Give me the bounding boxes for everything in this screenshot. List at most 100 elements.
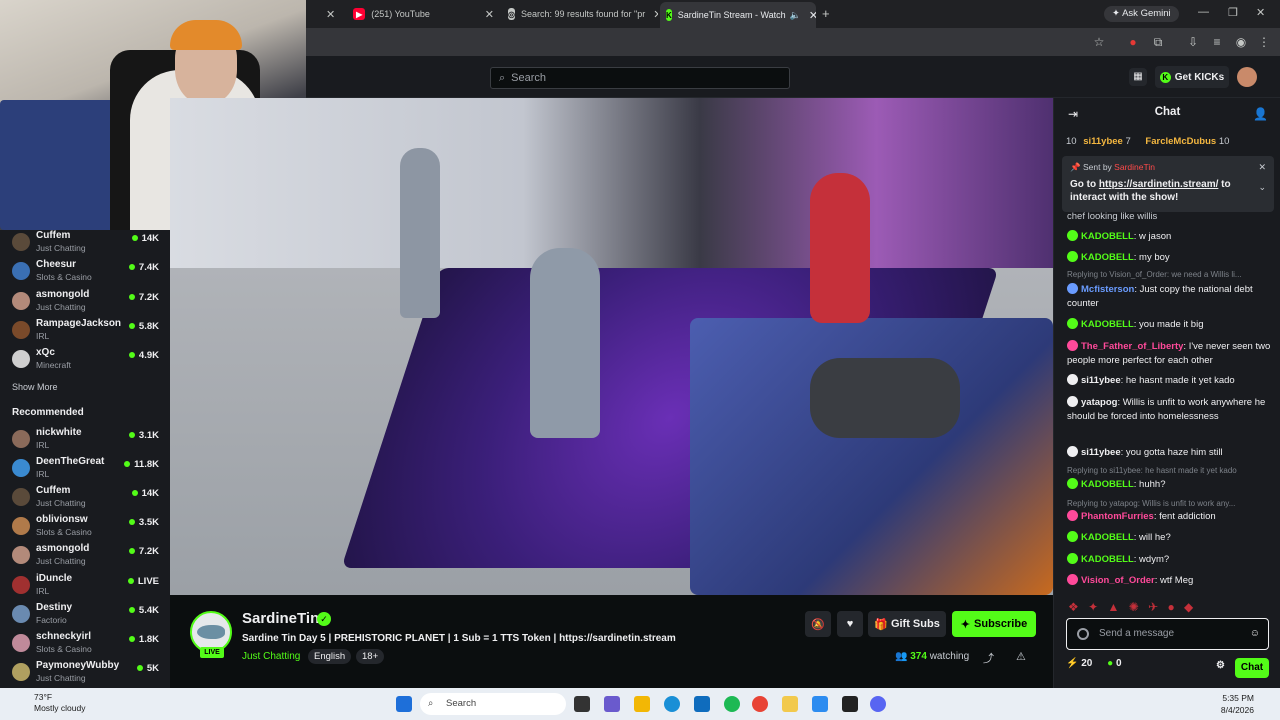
- close-tab-icon[interactable]: ✕: [326, 8, 335, 21]
- sidebar-channel[interactable]: asmongold Just Chatting 7.2K: [12, 543, 162, 569]
- settings-gear-icon[interactable]: ⚙: [1216, 660, 1225, 671]
- chat-username[interactable]: The_Father_of_Liberty: [1081, 341, 1183, 352]
- chat-username[interactable]: yatapog: [1081, 397, 1117, 408]
- leaderboard-user[interactable]: FarcleMcDubus: [1145, 136, 1216, 147]
- category-link[interactable]: Just Chatting: [242, 651, 300, 662]
- sidebar-channel[interactable]: iDuncle IRL LIVE: [12, 573, 162, 599]
- task-view-icon[interactable]: [574, 696, 590, 712]
- tab-kick-active[interactable]: K SardineTin Stream - Watch 🔈 ✕: [660, 2, 816, 28]
- chat-username[interactable]: KADOBELL: [1081, 319, 1134, 330]
- tab-search[interactable]: ◎ Search: 99 results found for "pr ✕: [502, 4, 658, 24]
- sidebar-channel[interactable]: Cuffem Just Chatting 14K: [12, 485, 162, 511]
- more-menu-icon[interactable]: ⋮: [1256, 34, 1272, 50]
- bookmark-star-icon[interactable]: ☆: [1091, 34, 1107, 50]
- sidebar-channel[interactable]: asmongold Just Chatting 7.2K: [12, 289, 162, 315]
- reply-context[interactable]: Replying to Vision_of_Order: we need a W…: [1067, 270, 1275, 279]
- tab-youtube[interactable]: ✕ ▶ (251) YouTube ✕: [320, 4, 500, 24]
- channel-category: Slots & Casino: [36, 643, 92, 654]
- reply-context[interactable]: Replying to si11ybee: he hasnt made it y…: [1067, 466, 1275, 475]
- chat-username[interactable]: KADOBELL: [1081, 554, 1134, 565]
- download-icon[interactable]: ⇩: [1185, 34, 1201, 50]
- teams-icon[interactable]: [604, 696, 620, 712]
- sidebar-channel[interactable]: RampageJackson IRL 5.8K: [12, 318, 162, 344]
- weather-widget[interactable]: 73°F Mostly cloudy: [12, 692, 86, 714]
- system-clock[interactable]: 5:35 PM 8/4/2026: [1221, 692, 1254, 716]
- tag-mature[interactable]: 18+: [356, 649, 385, 664]
- site-header: ⌕ Search ▦ K Get KICKs: [306, 56, 1280, 98]
- chat-username[interactable]: KADOBELL: [1081, 479, 1134, 490]
- subscribe-button[interactable]: ✦ Subscribe: [952, 611, 1036, 637]
- pinned-sender-name[interactable]: SardineTin: [1114, 162, 1155, 172]
- sidebar-channel[interactable]: xQc Minecraft 4.9K: [12, 347, 162, 373]
- start-menu-icon[interactable]: [396, 696, 412, 712]
- chrome-icon[interactable]: [752, 696, 768, 712]
- sidebar-channel[interactable]: Cheesur Slots & Casino 7.4K: [12, 259, 162, 285]
- close-window-icon[interactable]: ✕: [1256, 6, 1265, 19]
- store-icon[interactable]: [694, 696, 710, 712]
- report-icon[interactable]: ⚠: [1016, 650, 1026, 663]
- emoji-icon[interactable]: ☺: [1250, 619, 1260, 649]
- gift-subs-button[interactable]: 🎁 Gift Subs: [868, 611, 946, 637]
- chevron-down-icon[interactable]: ⌄: [1258, 182, 1266, 193]
- chat-username[interactable]: si11ybee: [1081, 447, 1121, 458]
- edge-icon[interactable]: [664, 696, 680, 712]
- new-tab-icon[interactable]: +: [822, 6, 830, 21]
- file-explorer-icon[interactable]: [634, 696, 650, 712]
- pin-icon: 📌: [1070, 162, 1081, 172]
- discord-icon[interactable]: [870, 696, 886, 712]
- video-player[interactable]: [170, 98, 1053, 595]
- minimize-icon[interactable]: —: [1198, 6, 1209, 18]
- reply-context[interactable]: Replying to yatapog: Willis is unfit to …: [1067, 499, 1275, 508]
- get-kicks-button[interactable]: K Get KICKs: [1155, 66, 1229, 88]
- left-sidebar: Cuffem Just Chatting 14K Cheesur Slots & Cas…: [0, 230, 170, 688]
- close-tab-icon[interactable]: ✕: [477, 8, 494, 21]
- ask-gemini-button[interactable]: ✦ Ask Gemini: [1104, 6, 1179, 22]
- sidebar-channel[interactable]: Cuffem Just Chatting 14K: [12, 230, 162, 256]
- maximize-icon[interactable]: ❐: [1228, 6, 1238, 19]
- spotify-icon[interactable]: [724, 696, 740, 712]
- leaderboard-user[interactable]: si11ybee: [1083, 136, 1123, 147]
- tag-language[interactable]: English: [308, 649, 352, 664]
- app-icon[interactable]: [842, 696, 858, 712]
- media-controls-icon[interactable]: ≡: [1209, 34, 1225, 50]
- chat-username[interactable]: Vision_of_Order: [1081, 575, 1155, 586]
- chat-username[interactable]: si11ybee: [1081, 375, 1121, 386]
- mute-notifications-button[interactable]: 🔕: [805, 611, 831, 637]
- pinned-link[interactable]: https://sardinetin.stream/: [1099, 179, 1218, 190]
- extension-icon[interactable]: ●: [1125, 34, 1141, 50]
- sidebar-channel[interactable]: oblivionsw Slots & Casino 3.5K: [12, 514, 162, 540]
- user-avatar[interactable]: [1237, 67, 1257, 87]
- follow-button[interactable]: ♥: [837, 611, 863, 637]
- extensions-puzzle-icon[interactable]: ⧉: [1150, 34, 1166, 50]
- profile-icon[interactable]: ◉: [1233, 34, 1249, 50]
- sidebar-channel[interactable]: PaymoneyWubby Just Chatting 5K: [12, 660, 162, 686]
- user-badge-icon: [1067, 478, 1078, 489]
- sidebar-channel[interactable]: schneckyirl Slots & Casino 1.8K: [12, 631, 162, 657]
- search-input[interactable]: ⌕ Search: [490, 67, 790, 89]
- emote-bar[interactable]: ❖ ✦ ▲ ✺ ✈ ● ◆: [1068, 600, 1196, 614]
- speaker-icon[interactable]: 🔈: [790, 10, 801, 21]
- chat-username[interactable]: KADOBELL: [1081, 231, 1134, 242]
- channel-avatar: [12, 320, 30, 339]
- sidebar-channel[interactable]: DeenTheGreat IRL 11.8K: [12, 456, 162, 482]
- share-icon[interactable]: ⤴: [983, 650, 994, 666]
- chat-message-input[interactable]: Send a message ☺: [1066, 618, 1269, 650]
- app-icon[interactable]: [782, 696, 798, 712]
- sidebar-channel[interactable]: nickwhite IRL 3.1K: [12, 427, 162, 453]
- chat-username[interactable]: Mcfisterson: [1081, 284, 1134, 295]
- sidebar-channel[interactable]: Destiny Factorio 5.4K: [12, 602, 162, 628]
- browse-icon[interactable]: ▦: [1129, 68, 1147, 86]
- chat-send-button[interactable]: Chat: [1235, 658, 1269, 678]
- photos-icon[interactable]: [812, 696, 828, 712]
- unpin-icon[interactable]: ✕: [1258, 162, 1266, 173]
- chat-username[interactable]: PhantomFurries: [1081, 511, 1154, 522]
- taskbar-search[interactable]: ⌕ Search: [420, 693, 566, 715]
- close-tab-icon[interactable]: ✕: [645, 8, 658, 21]
- show-more-link[interactable]: Show More: [12, 382, 58, 392]
- streamer-name[interactable]: SardineTin: [242, 610, 319, 627]
- chat-users-icon[interactable]: 👤: [1253, 107, 1268, 121]
- chat-username[interactable]: KADOBELL: [1081, 532, 1134, 543]
- emote-picker-icon[interactable]: [1077, 628, 1089, 640]
- chat-username[interactable]: KADOBELL: [1081, 252, 1134, 263]
- close-tab-icon[interactable]: ✕: [801, 9, 816, 22]
